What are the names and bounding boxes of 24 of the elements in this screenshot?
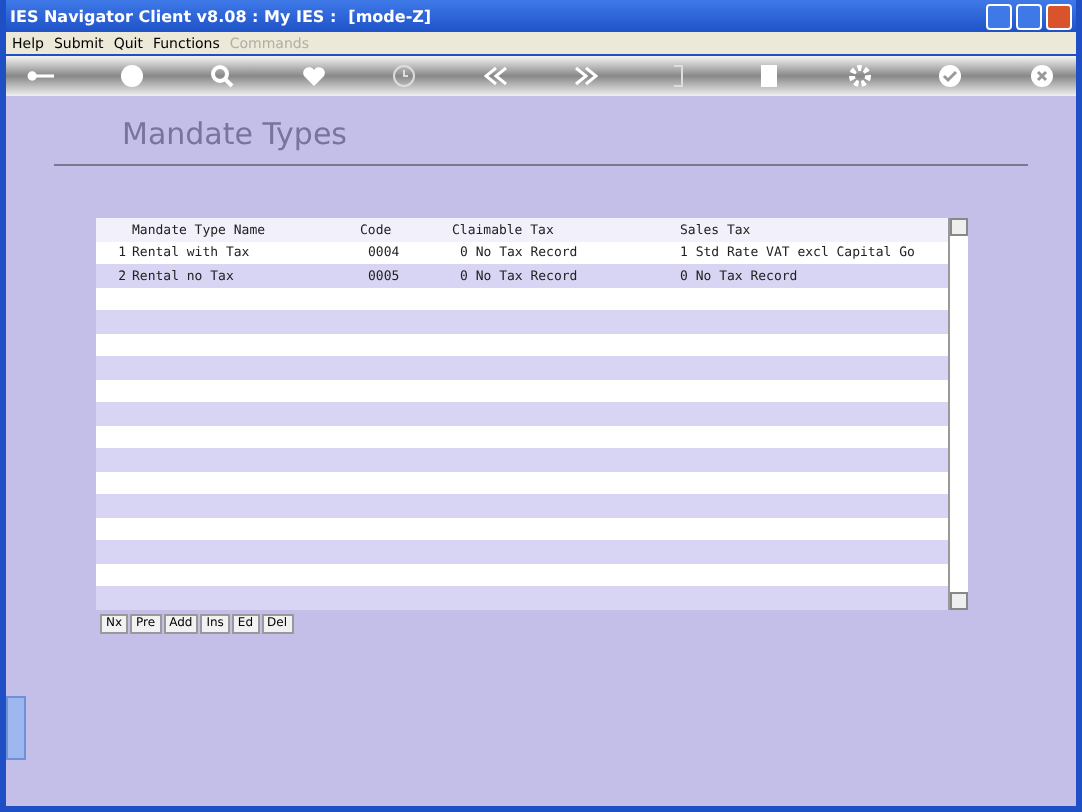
scroll-down-button[interactable] (950, 591, 968, 609)
heart-icon[interactable] (299, 62, 328, 90)
close-button[interactable] (1046, 3, 1072, 29)
maximize-button[interactable] (1016, 3, 1042, 29)
clock-icon[interactable] (390, 62, 419, 90)
page-title: Mandate Types (122, 116, 349, 156)
forward-icon[interactable] (572, 62, 601, 90)
empty-row[interactable] (96, 333, 948, 356)
scroll-up-button[interactable] (950, 218, 968, 236)
scrollbar[interactable] (948, 218, 968, 609)
search-icon[interactable] (208, 62, 237, 90)
empty-row[interactable] (96, 287, 948, 310)
empty-row[interactable] (96, 563, 948, 586)
side-tab[interactable] (6, 696, 26, 760)
mode-label: [mode-Z] (348, 7, 432, 25)
check-icon[interactable] (936, 62, 965, 90)
empty-row[interactable] (96, 471, 948, 494)
empty-row[interactable] (96, 379, 948, 402)
rewind-icon[interactable] (481, 62, 510, 90)
window-title: IES Navigator Client v8.08 : My IES : (10, 7, 337, 25)
empty-row[interactable] (96, 517, 948, 540)
minimize-button[interactable] (986, 3, 1012, 29)
close-icon[interactable] (1027, 62, 1056, 90)
empty-row[interactable] (96, 425, 948, 448)
